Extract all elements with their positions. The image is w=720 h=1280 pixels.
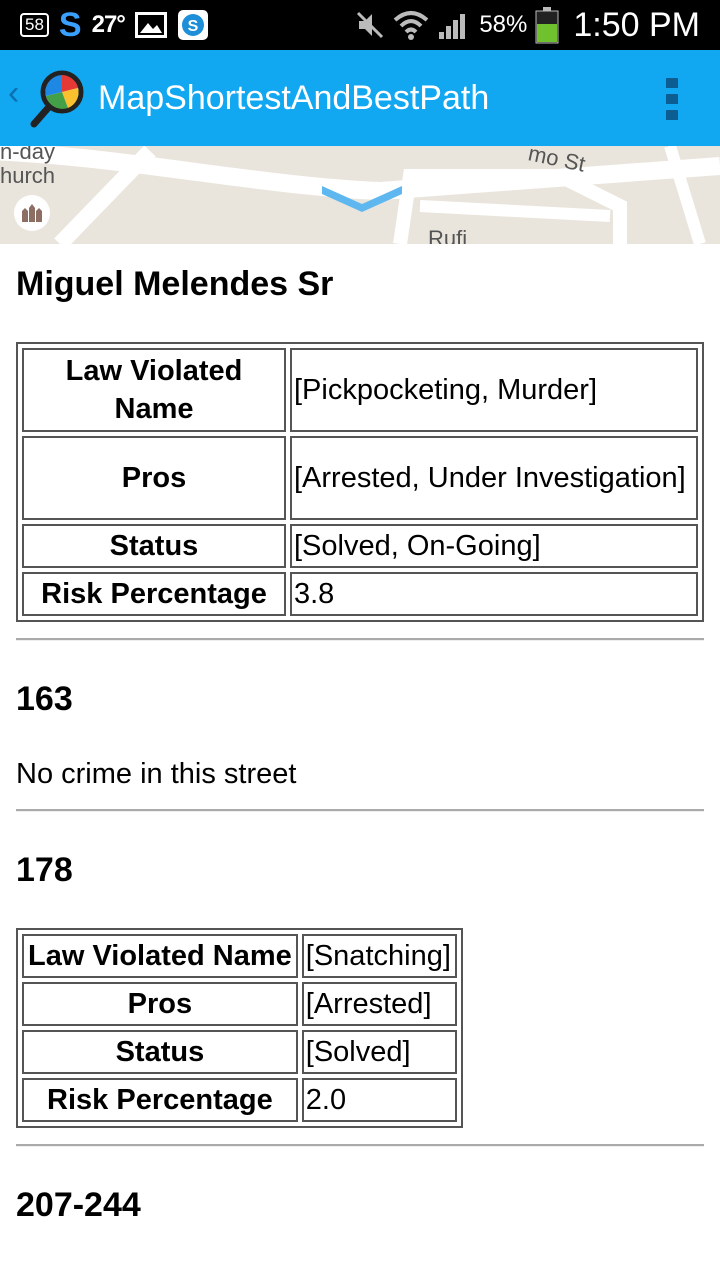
street-entry: 163 No crime in this street [16, 679, 704, 791]
battery-icon [535, 7, 559, 44]
mute-icon [357, 11, 384, 39]
divider [16, 638, 704, 641]
map-magnifier-logo-icon[interactable] [28, 68, 88, 128]
row-label: Pros [22, 436, 286, 520]
status-bar: 58 S 27° S 58% 1:50 PM [0, 0, 720, 50]
row-label: Pros [22, 982, 298, 1026]
entry-title: 163 [16, 680, 73, 718]
menu-dot [666, 110, 678, 120]
crime-table: Law Violated Name [Snatching] Pros [Arre… [16, 928, 463, 1128]
row-label: Risk Percentage [22, 1078, 298, 1122]
table-row: Status [Solved] [22, 1030, 457, 1074]
street-entry: 207-244 [16, 1185, 704, 1225]
temperature-label: 27° [91, 11, 126, 38]
entry-title: 207-244 [16, 1186, 141, 1224]
wifi-icon [394, 11, 429, 40]
row-value: 3.8 [290, 572, 698, 616]
row-value: [Solved, On-Going] [290, 524, 698, 568]
street-entry: Miguel Melendes Sr Law Violated Name [Pi… [16, 244, 704, 622]
table-row: Pros [Arrested] [22, 982, 457, 1026]
menu-dot [666, 94, 678, 104]
row-value: [Arrested] [301, 982, 457, 1026]
s-app-icon: S [58, 6, 82, 44]
action-bar: ‹ MapShortestAndBestPath [0, 50, 720, 146]
table-row: Law Violated Name [Snatching] [22, 934, 457, 978]
row-value: [Snatching] [301, 934, 457, 978]
row-label: Status [22, 1030, 298, 1074]
map-label-street-2: Rufi [428, 226, 468, 244]
map-label-church: n-day hurch [0, 146, 55, 188]
divider [16, 1144, 704, 1147]
row-label: Status [22, 524, 286, 568]
row-value: [Solved] [301, 1030, 457, 1074]
map-view[interactable]: n-day hurch mo St Rufi [0, 146, 720, 244]
row-value: [Pickpocketing, Murder] [290, 348, 698, 432]
chevron-left-icon[interactable]: ‹ [8, 76, 19, 110]
no-crime-text: No crime in this street [16, 758, 297, 790]
status-bar-left: 58 S 27° S [20, 6, 209, 44]
row-label: Risk Percentage [22, 572, 286, 616]
entry-title: Miguel Melendes Sr [16, 265, 334, 303]
image-icon [134, 12, 167, 38]
table-row: Status [Solved, On-Going] [22, 524, 698, 568]
map-label-church-line2: hurch [0, 163, 56, 188]
skype-icon: S [177, 10, 208, 40]
status-bar-right: 58% 1:50 PM [355, 4, 700, 46]
table-row: Risk Percentage 2.0 [22, 1078, 457, 1122]
street-crime-list: Miguel Melendes Sr Law Violated Name [Pi… [16, 244, 704, 1225]
row-label: Law Violated Name [22, 348, 286, 432]
map-roads [0, 146, 720, 244]
map-label-church-line1: n-day [0, 146, 56, 164]
row-value: 2.0 [301, 1078, 457, 1122]
notification-badge-icon: 58 [20, 13, 49, 37]
menu-dot [666, 78, 678, 88]
entry-title: 178 [16, 851, 73, 889]
table-row: Law Violated Name [Pickpocketing, Murder… [22, 348, 698, 432]
divider [16, 809, 704, 812]
street-entry: 178 Law Violated Name [Snatching] Pros [… [16, 850, 704, 1128]
app-title: MapShortestAndBestPath [98, 79, 490, 117]
row-value: [Arrested, Under Investigation] [290, 436, 698, 520]
overflow-menu-icon[interactable] [666, 78, 680, 120]
crime-table: Law Violated Name [Pickpocketing, Murder… [16, 342, 704, 622]
svg-text:S: S [188, 18, 199, 35]
battery-percent: 58% [479, 11, 528, 38]
church-icon[interactable] [13, 194, 51, 232]
table-row: Risk Percentage 3.8 [22, 572, 698, 616]
signal-icon [439, 14, 466, 39]
row-label: Law Violated Name [22, 934, 298, 978]
clock: 1:50 PM [573, 5, 700, 44]
table-row: Pros [Arrested, Under Investigation] [22, 436, 698, 520]
